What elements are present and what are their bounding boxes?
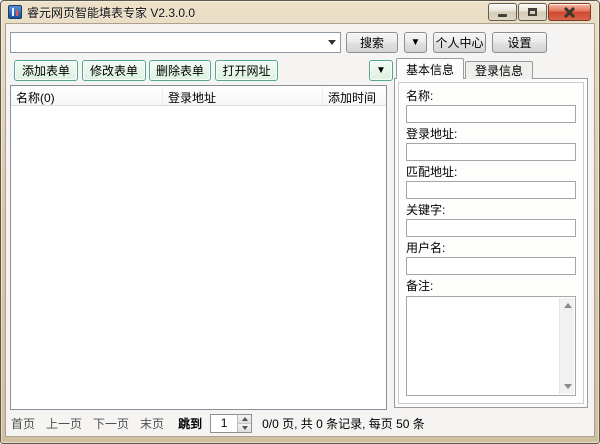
edit-form-button[interactable]: 修改表单: [82, 60, 146, 81]
username-label: 用户名:: [406, 241, 576, 255]
close-icon: [564, 7, 575, 17]
prev-page-link[interactable]: 上一页: [46, 415, 82, 432]
form-list: 名称(0) 登录地址 添加时间: [10, 85, 387, 410]
next-page-link[interactable]: 下一页: [93, 415, 129, 432]
minimize-icon: [498, 14, 507, 17]
username-field[interactable]: [406, 257, 576, 275]
tab-page-basic-info: 名称: 登录地址: 匹配地址: 关键字: 用户名: 备注:: [394, 78, 588, 408]
stepper-down-icon[interactable]: [238, 423, 251, 432]
remarks-field[interactable]: [407, 297, 559, 395]
maximize-icon: [528, 8, 537, 16]
last-page-link[interactable]: 末页: [140, 415, 164, 432]
combo-dropdown-icon[interactable]: [324, 33, 340, 52]
app-icon: [8, 5, 22, 19]
client-area: 搜索 ▼ 个人中心 设置 添加表单 修改表单 删除表单 打开网址 ▼ 名称(0)…: [5, 23, 595, 437]
open-url-button[interactable]: 打开网址: [215, 60, 278, 81]
remarks-label: 备注:: [406, 279, 576, 293]
page-number-input[interactable]: [211, 415, 237, 432]
stepper-up-icon[interactable]: [238, 415, 251, 423]
minimize-button[interactable]: [488, 3, 517, 21]
close-button[interactable]: [548, 3, 591, 21]
tab-basic-info[interactable]: 基本信息: [396, 58, 464, 79]
scroll-up-icon[interactable]: [560, 298, 575, 313]
detail-panel: 基本信息 登录信息 名称: 登录地址: 匹配地址: 关键字: 用户名: 备注:: [394, 58, 588, 408]
window-title: 睿元网页智能填表专家 V2.3.0.0: [27, 4, 195, 21]
list-more-button[interactable]: ▼: [369, 60, 393, 81]
column-header-add-time[interactable]: 添加时间: [323, 86, 386, 105]
basic-info-form: 名称: 登录地址: 匹配地址: 关键字: 用户名: 备注:: [398, 82, 584, 404]
column-header-name[interactable]: 名称(0): [11, 86, 163, 105]
url-combobox[interactable]: [10, 32, 341, 53]
keyword-label: 关键字:: [406, 203, 576, 217]
remarks-scrollbar[interactable]: [559, 298, 574, 394]
delete-form-button[interactable]: 删除表单: [149, 60, 211, 81]
jump-to-label: 跳到: [178, 415, 202, 432]
title-bar: 睿元网页智能填表专家 V2.3.0.0: [1, 1, 599, 23]
pagination-bar: 首页 上一页 下一页 末页 跳到 0/0 页, 共 0 条记录, 每页 50 条: [11, 410, 588, 436]
page-number-stepper: [210, 414, 252, 433]
settings-button[interactable]: 设置: [492, 32, 547, 53]
match-url-label: 匹配地址:: [406, 165, 576, 179]
form-list-body[interactable]: [11, 107, 386, 409]
keyword-field[interactable]: [406, 219, 576, 237]
match-url-field[interactable]: [406, 181, 576, 199]
search-button[interactable]: 搜索: [346, 32, 398, 53]
name-field[interactable]: [406, 105, 576, 123]
form-list-header: 名称(0) 登录地址 添加时间: [11, 86, 386, 106]
login-url-field[interactable]: [406, 143, 576, 161]
stepper-buttons: [237, 415, 251, 432]
first-page-link[interactable]: 首页: [11, 415, 35, 432]
url-combo-input[interactable]: [11, 33, 324, 52]
add-form-button[interactable]: 添加表单: [14, 60, 78, 81]
name-label: 名称:: [406, 89, 576, 103]
scroll-down-icon[interactable]: [560, 379, 575, 394]
detail-tabs: 基本信息 登录信息: [394, 58, 588, 79]
pagination-summary: 0/0 页, 共 0 条记录, 每页 50 条: [262, 415, 425, 432]
column-header-login-url[interactable]: 登录地址: [163, 86, 323, 105]
login-url-label: 登录地址:: [406, 127, 576, 141]
maximize-button[interactable]: [518, 3, 547, 21]
app-window: 睿元网页智能填表专家 V2.3.0.0 搜索 ▼ 个人中心 设置 添加表单 修改…: [0, 0, 600, 444]
window-controls: [488, 3, 591, 21]
remarks-box: [406, 296, 576, 396]
personal-center-button[interactable]: 个人中心: [433, 32, 486, 53]
search-more-button[interactable]: ▼: [404, 32, 427, 53]
tab-login-info[interactable]: 登录信息: [465, 61, 533, 79]
